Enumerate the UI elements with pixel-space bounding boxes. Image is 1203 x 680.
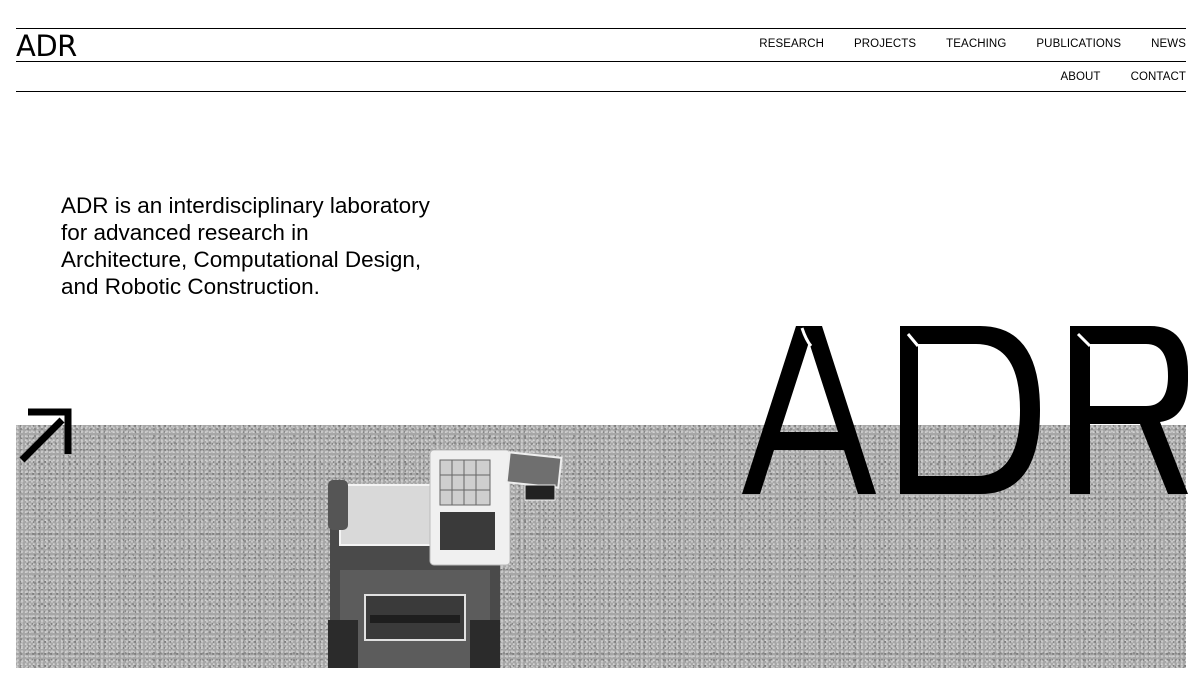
site-logo[interactable]: ADR: [16, 31, 77, 61]
header-mid-rule: [16, 61, 1186, 62]
nav-about[interactable]: ABOUT: [1060, 71, 1100, 83]
nav-research[interactable]: RESEARCH: [759, 38, 824, 50]
nav-contact[interactable]: CONTACT: [1131, 71, 1186, 83]
header-top-rule: [16, 28, 1186, 29]
nav-news[interactable]: NEWS: [1151, 38, 1186, 50]
header-bottom-rule: [16, 91, 1186, 92]
nav-teaching[interactable]: TEACHING: [946, 38, 1006, 50]
hero-logo-graphic: [742, 326, 1188, 494]
secondary-nav: ABOUT CONTACT: [1030, 71, 1186, 83]
nav-projects[interactable]: PROJECTS: [854, 38, 916, 50]
robot-vehicle-image: [328, 449, 563, 668]
nav-publications[interactable]: PUBLICATIONS: [1036, 38, 1121, 50]
intro-statement: ADR is an interdisciplinary laboratory f…: [61, 193, 430, 299]
main-nav: RESEARCH PROJECTS TEACHING PUBLICATIONS …: [729, 38, 1186, 50]
arrow-up-right-icon[interactable]: [16, 406, 72, 464]
